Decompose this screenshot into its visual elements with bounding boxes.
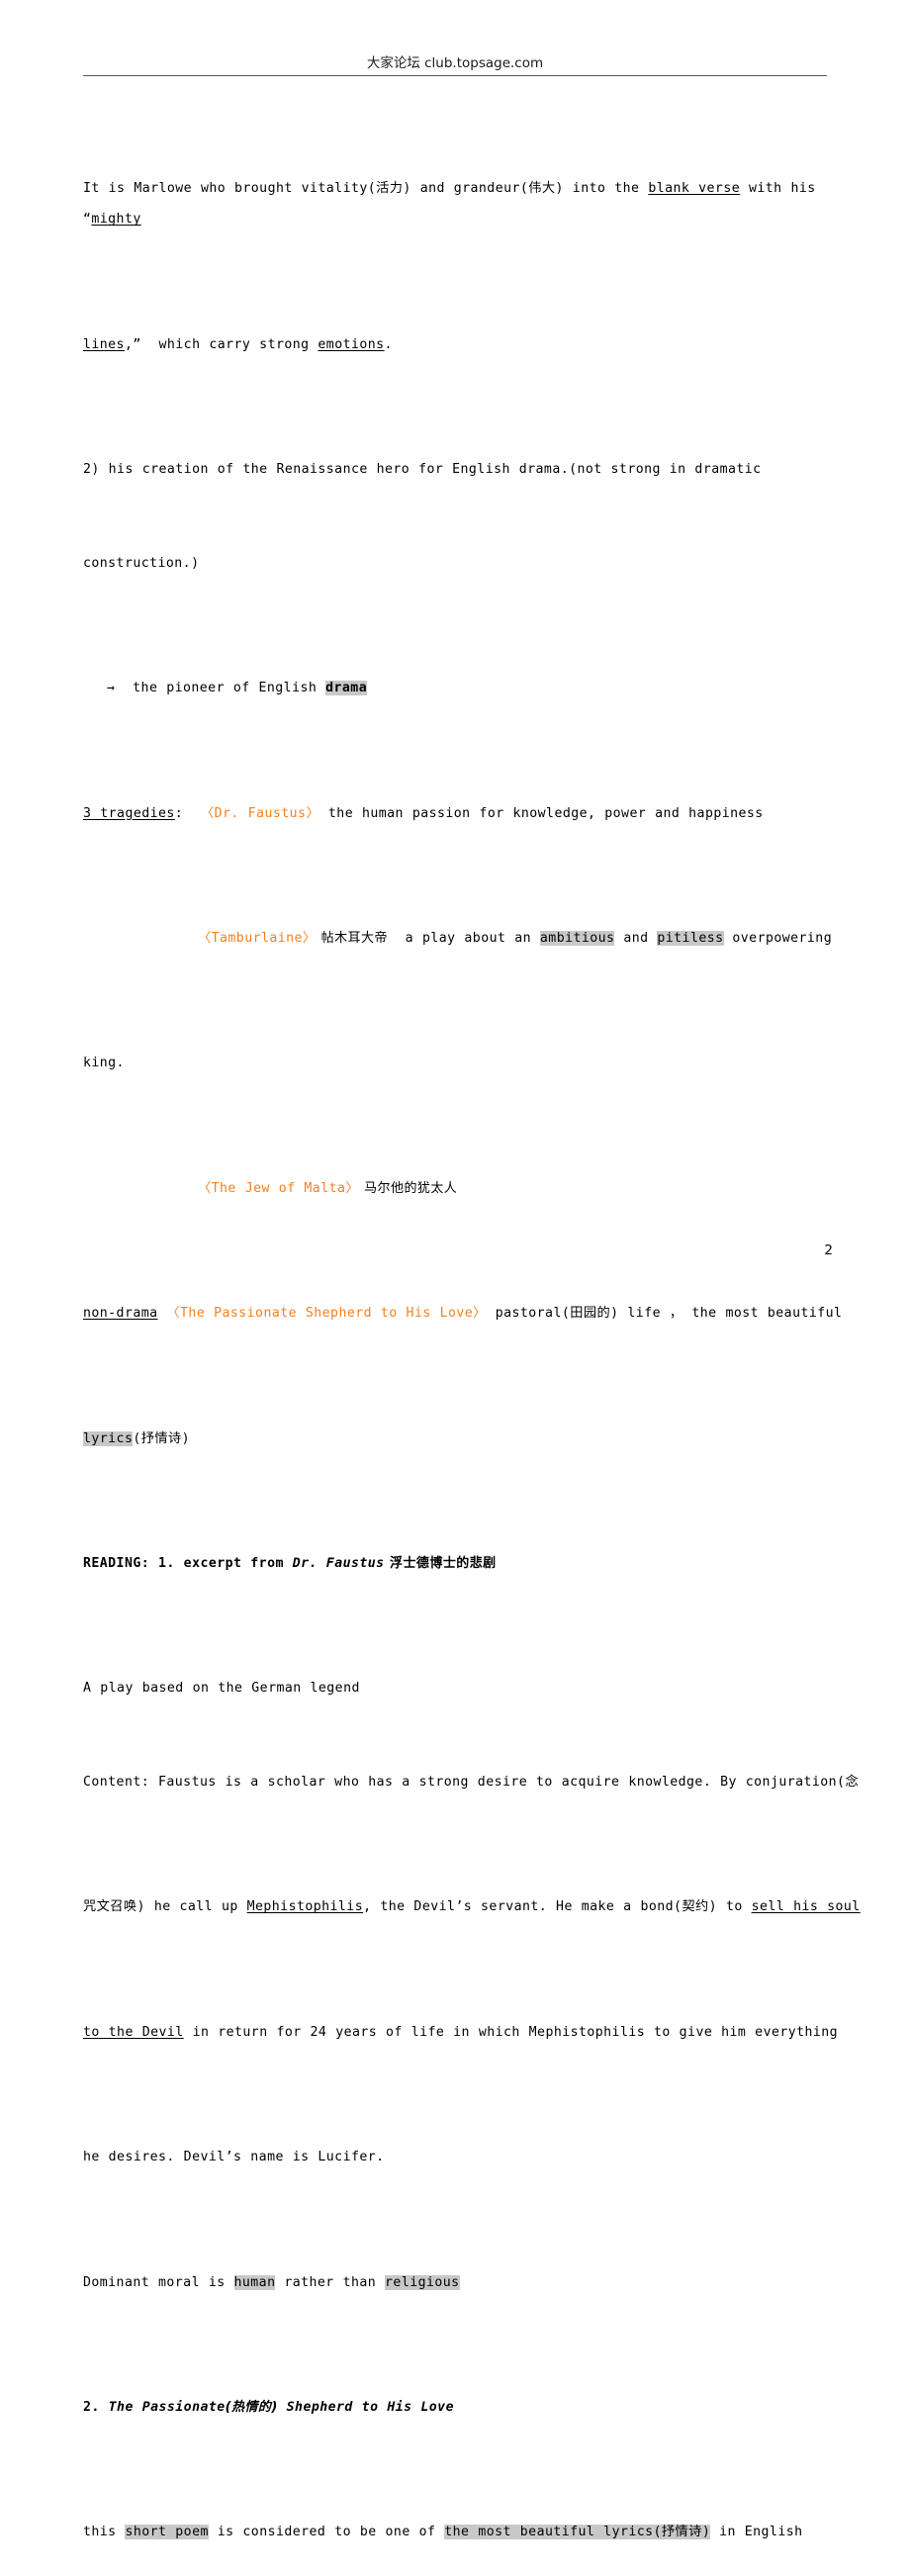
text-line-shepherd-1: this short poem is considered to be one … [83,2517,864,2548]
reading-heading-title: Dr. Faustus [292,1555,385,1571]
term-sell-his-soul: sell his soul [751,1899,861,1915]
tamburlaine-text-1: a play about an [387,931,540,947]
text-line-jew-of-malta: 〈The Jew of Malta〉 马尔他的犹太人 [83,1173,864,1205]
shepherd-heading-chinese: (热情的) [225,2399,278,2415]
title-tamburlaine: 〈Tamburlaine〉 [198,931,317,947]
highlight-human: human [233,2274,276,2290]
tamburlaine-text-2: and [614,931,658,947]
lyrics-chinese: (抒情诗) [133,1430,191,1446]
text-line-reading-5: he desires. Devil’s name is Lucifer. [83,2150,385,2165]
text-line-reading-3: 咒文召唤) he call up Mephistophilis, the Dev… [83,1891,864,1923]
marlowe-text-3: ,” which carry strong [124,336,318,352]
title-dr-faustus: 〈Dr. Faustus〉 [200,805,320,821]
title-passionate-shepherd: 〈The Passionate Shepherd to His Love〉 [166,1306,487,1322]
jew-of-malta-chinese: 马尔他的犹太人 [359,1180,458,1196]
text-line-king: king. [83,1056,125,1071]
term-to-the-devil: to the Devil [83,2024,184,2040]
highlight-ambitious: ambitious [539,931,615,947]
site-url: club.topsage.com [424,55,544,71]
label-three-tragedies: 3 tragedies [83,805,175,821]
text-line-dominant-moral: Dominant moral is human rather than reli… [83,2267,864,2299]
pioneer-text: → the pioneer of English [107,681,326,696]
text-line-three-tragedies: 3 tragedies: 〈Dr. Faustus〉 the human pas… [83,798,864,830]
shepherd-heading-title-b: Shepherd to His Love [277,2399,454,2415]
title-jew-of-malta: 〈The Jew of Malta〉 [198,1180,360,1196]
passionate-shepherd-description: pastoral(田园的) life ， the most beautiful [486,1306,843,1322]
text-line-marlowe-4: construction.) [83,555,200,571]
text-line-reading-4: to the Devil in return for 24 years of l… [83,2017,864,2049]
shepherd-text-1: this [83,2525,126,2540]
shepherd-text-2: is considered to be one of [208,2525,445,2540]
text-line-reading-2: Content: Faustus is a scholar who has a … [83,1775,860,1791]
label-non-drama: non-drama [83,1306,158,1322]
text-line-marlowe-2: lines,” which carry strong emotions. [83,329,864,361]
dominant-moral-text-2: rather than [275,2274,386,2290]
space-sep-1 [158,1306,167,1321]
header-divider-rule [83,75,827,76]
reading-text-1: 咒文召唤) he call up [83,1899,247,1915]
tamburlaine-text-3: overpowering [723,931,833,947]
text-line-reading-1: A play based on the German legend [83,1681,360,1697]
text-line-lyrics: lyrics(抒情诗) [83,1424,864,1455]
term-emotions: emotions [318,336,385,352]
shepherd-text-3: in English [710,2525,803,2540]
highlight-lyrics: lyrics [83,1430,134,1446]
marlowe-intro-text: It is Marlowe who brought vitality(活力) a… [83,180,649,196]
text-line-marlowe-1: It is Marlowe who brought vitality(活力) a… [83,173,864,235]
dominant-moral-text-1: Dominant moral is [83,2274,234,2290]
document-body: It is Marlowe who brought vitality(活力) a… [83,79,864,2576]
shepherd-heading-title-a: The Passionate [108,2399,226,2415]
tamburlaine-chinese: 帖木耳大帝 [316,931,388,947]
colon-sep-1: : [174,805,201,821]
reading-heading-label: READING: 1. excerpt from [83,1555,293,1571]
document-page: 大家论坛 club.topsage.com It is Marlowe who … [0,0,910,2540]
text-line-non-drama: non-drama 〈The Passionate Shepherd to Hi… [83,1298,864,1330]
text-line-reading-heading: READING: 1. excerpt from Dr. Faustus 浮士德… [83,1548,864,1580]
page-header-watermark: 大家论坛 club.topsage.com [0,55,910,71]
text-line-shepherd-heading: 2. The Passionate(热情的) Shepherd to His L… [83,2392,864,2424]
highlight-most-beautiful-lyrics: the most beautiful lyrics(抒情诗) [444,2525,711,2540]
highlight-religious: religious [385,2274,460,2290]
term-mephistophilis: Mephistophilis [246,1899,364,1915]
marlowe-text-4: . [384,336,393,352]
faustus-description: the human passion for knowledge, power a… [319,805,764,821]
text-line-marlowe-3: 2) his creation of the Renaissance hero … [83,462,762,478]
page-number: 2 [824,1242,833,1258]
highlight-short-poem: short poem [125,2525,209,2540]
shepherd-heading-number: 2. [83,2399,109,2415]
term-lines: lines [83,336,125,352]
term-mighty: mighty [91,212,141,228]
text-line-tamburlaine: 〈Tamburlaine〉 帖木耳大帝 a play about an ambi… [83,923,864,955]
highlight-pitiless: pitiless [657,931,724,947]
reading-text-3: in return for 24 years of life in which … [183,2024,839,2040]
reading-text-2: , the Devil’s servant. He make a bond(契约… [363,1899,752,1915]
text-line-pioneer: → the pioneer of English drama [83,673,864,704]
highlight-drama: drama [325,681,368,696]
reading-heading-chinese: 浮士德博士的悲剧 [384,1555,497,1571]
forum-name: 大家论坛 [366,55,420,71]
term-blank-verse: blank verse [648,180,741,196]
